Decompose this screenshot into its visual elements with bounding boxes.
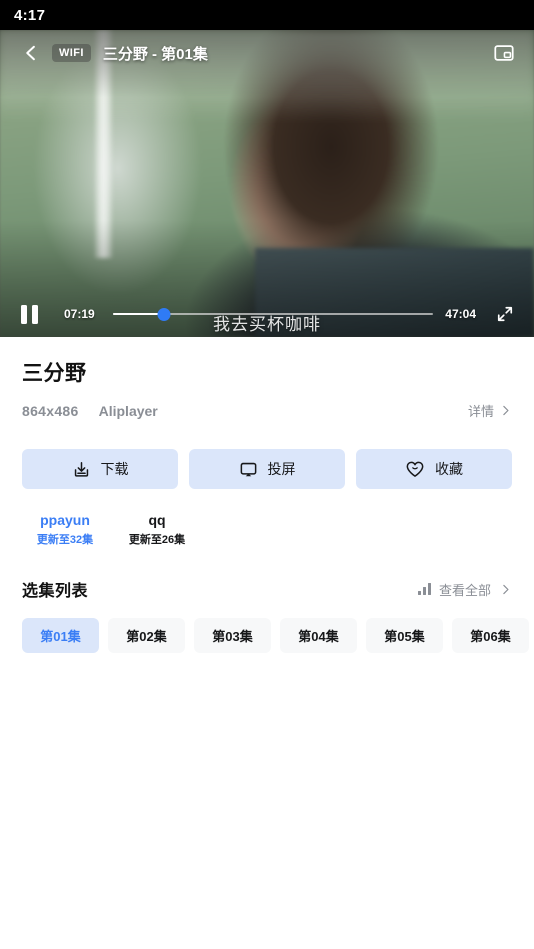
episode-chip-label: 第04集 [298,629,339,644]
video-player[interactable]: WIFI 三分野 - 第01集 我去买杯咖啡 07:19 47:04 [0,30,534,337]
download-icon [74,461,88,477]
chevron-right-icon [503,405,509,416]
favorite-button[interactable]: 收藏 [356,449,512,489]
source-tab-status: 更新至32集 [36,534,94,546]
detail-link[interactable]: 详情 [468,401,512,420]
progress-fill [112,312,164,316]
episode-section-title: 选集列表 [22,583,89,600]
current-time: 07:19 [64,307,95,321]
cast-button[interactable]: 投屏 [189,449,345,489]
cast-icon [240,462,256,476]
pause-icon [20,304,38,324]
picture-in-picture-button[interactable] [490,39,518,67]
episode-section-header: 选集列表 查看全部 [0,547,534,601]
cast-button-label: 投屏 [267,461,296,477]
action-buttons: 下载 投屏 收藏 [0,420,534,489]
episode-chip[interactable]: 第03集 [194,618,271,653]
bar-chart-icon [417,583,431,595]
download-button[interactable]: 下载 [22,449,178,489]
status-bar-clock: 4:17 [14,6,46,24]
episode-chip-list[interactable]: 第01集 第02集 第03集 第04集 第05集 第06集 [0,601,534,653]
back-button[interactable] [16,38,46,68]
fullscreen-button[interactable] [492,301,518,327]
episode-chip-label: 第06集 [470,629,511,644]
episode-chip[interactable]: 第02集 [108,618,185,653]
episode-chip[interactable]: 第05集 [366,618,443,653]
chevron-right-icon [503,584,509,594]
progress-handle[interactable] [157,307,171,321]
player-top-bar: WIFI 三分野 - 第01集 [0,30,534,76]
view-all-link[interactable]: 查看全部 [417,580,512,599]
episode-chip-label: 第05集 [384,629,425,644]
detail-link-label: 详情 [467,404,494,419]
network-badge: WIFI [52,44,91,62]
source-tab-ppayun[interactable]: ppayun 更新至32集 [34,512,96,547]
view-all-label: 查看全部 [438,582,491,598]
favorite-button-label: 收藏 [435,461,463,477]
download-button-label: 下载 [100,461,129,477]
picture-in-picture-icon [494,45,514,61]
source-tab-name: qq [148,512,166,528]
chevron-left-icon [26,45,35,61]
source-tab-status: 更新至26集 [128,534,186,546]
episode-chip-label: 第01集 [40,629,81,644]
heart-icon [406,461,424,477]
source-tab-name: ppayun [40,512,90,528]
episode-chip[interactable]: 第06集 [452,618,529,653]
page-title: 三分野 [22,362,87,385]
player-name-label: Aliplayer [98,402,158,419]
episode-chip[interactable]: 第04集 [280,618,357,653]
fullscreen-icon [497,306,513,322]
status-bar: 4:17 [0,0,534,30]
episode-chip-label: 第03集 [212,629,253,644]
source-tabs: ppayun 更新至32集 qq 更新至26集 [0,489,534,547]
episode-chip-label: 第02集 [126,629,167,644]
player-controls: 07:19 47:04 [0,291,534,337]
progress-slider[interactable] [112,307,434,321]
episode-chip[interactable]: 第01集 [22,618,99,653]
video-info: 三分野 864x486 Aliplayer 详情 [0,337,534,420]
resolution-label: 864x486 [22,402,79,419]
play-pause-button[interactable] [16,301,42,327]
total-duration: 47:04 [445,307,476,321]
player-title: 三分野 - 第01集 [102,45,208,63]
meta-row: 864x486 Aliplayer 详情 [22,401,512,420]
source-tab-qq[interactable]: qq 更新至26集 [126,512,188,547]
